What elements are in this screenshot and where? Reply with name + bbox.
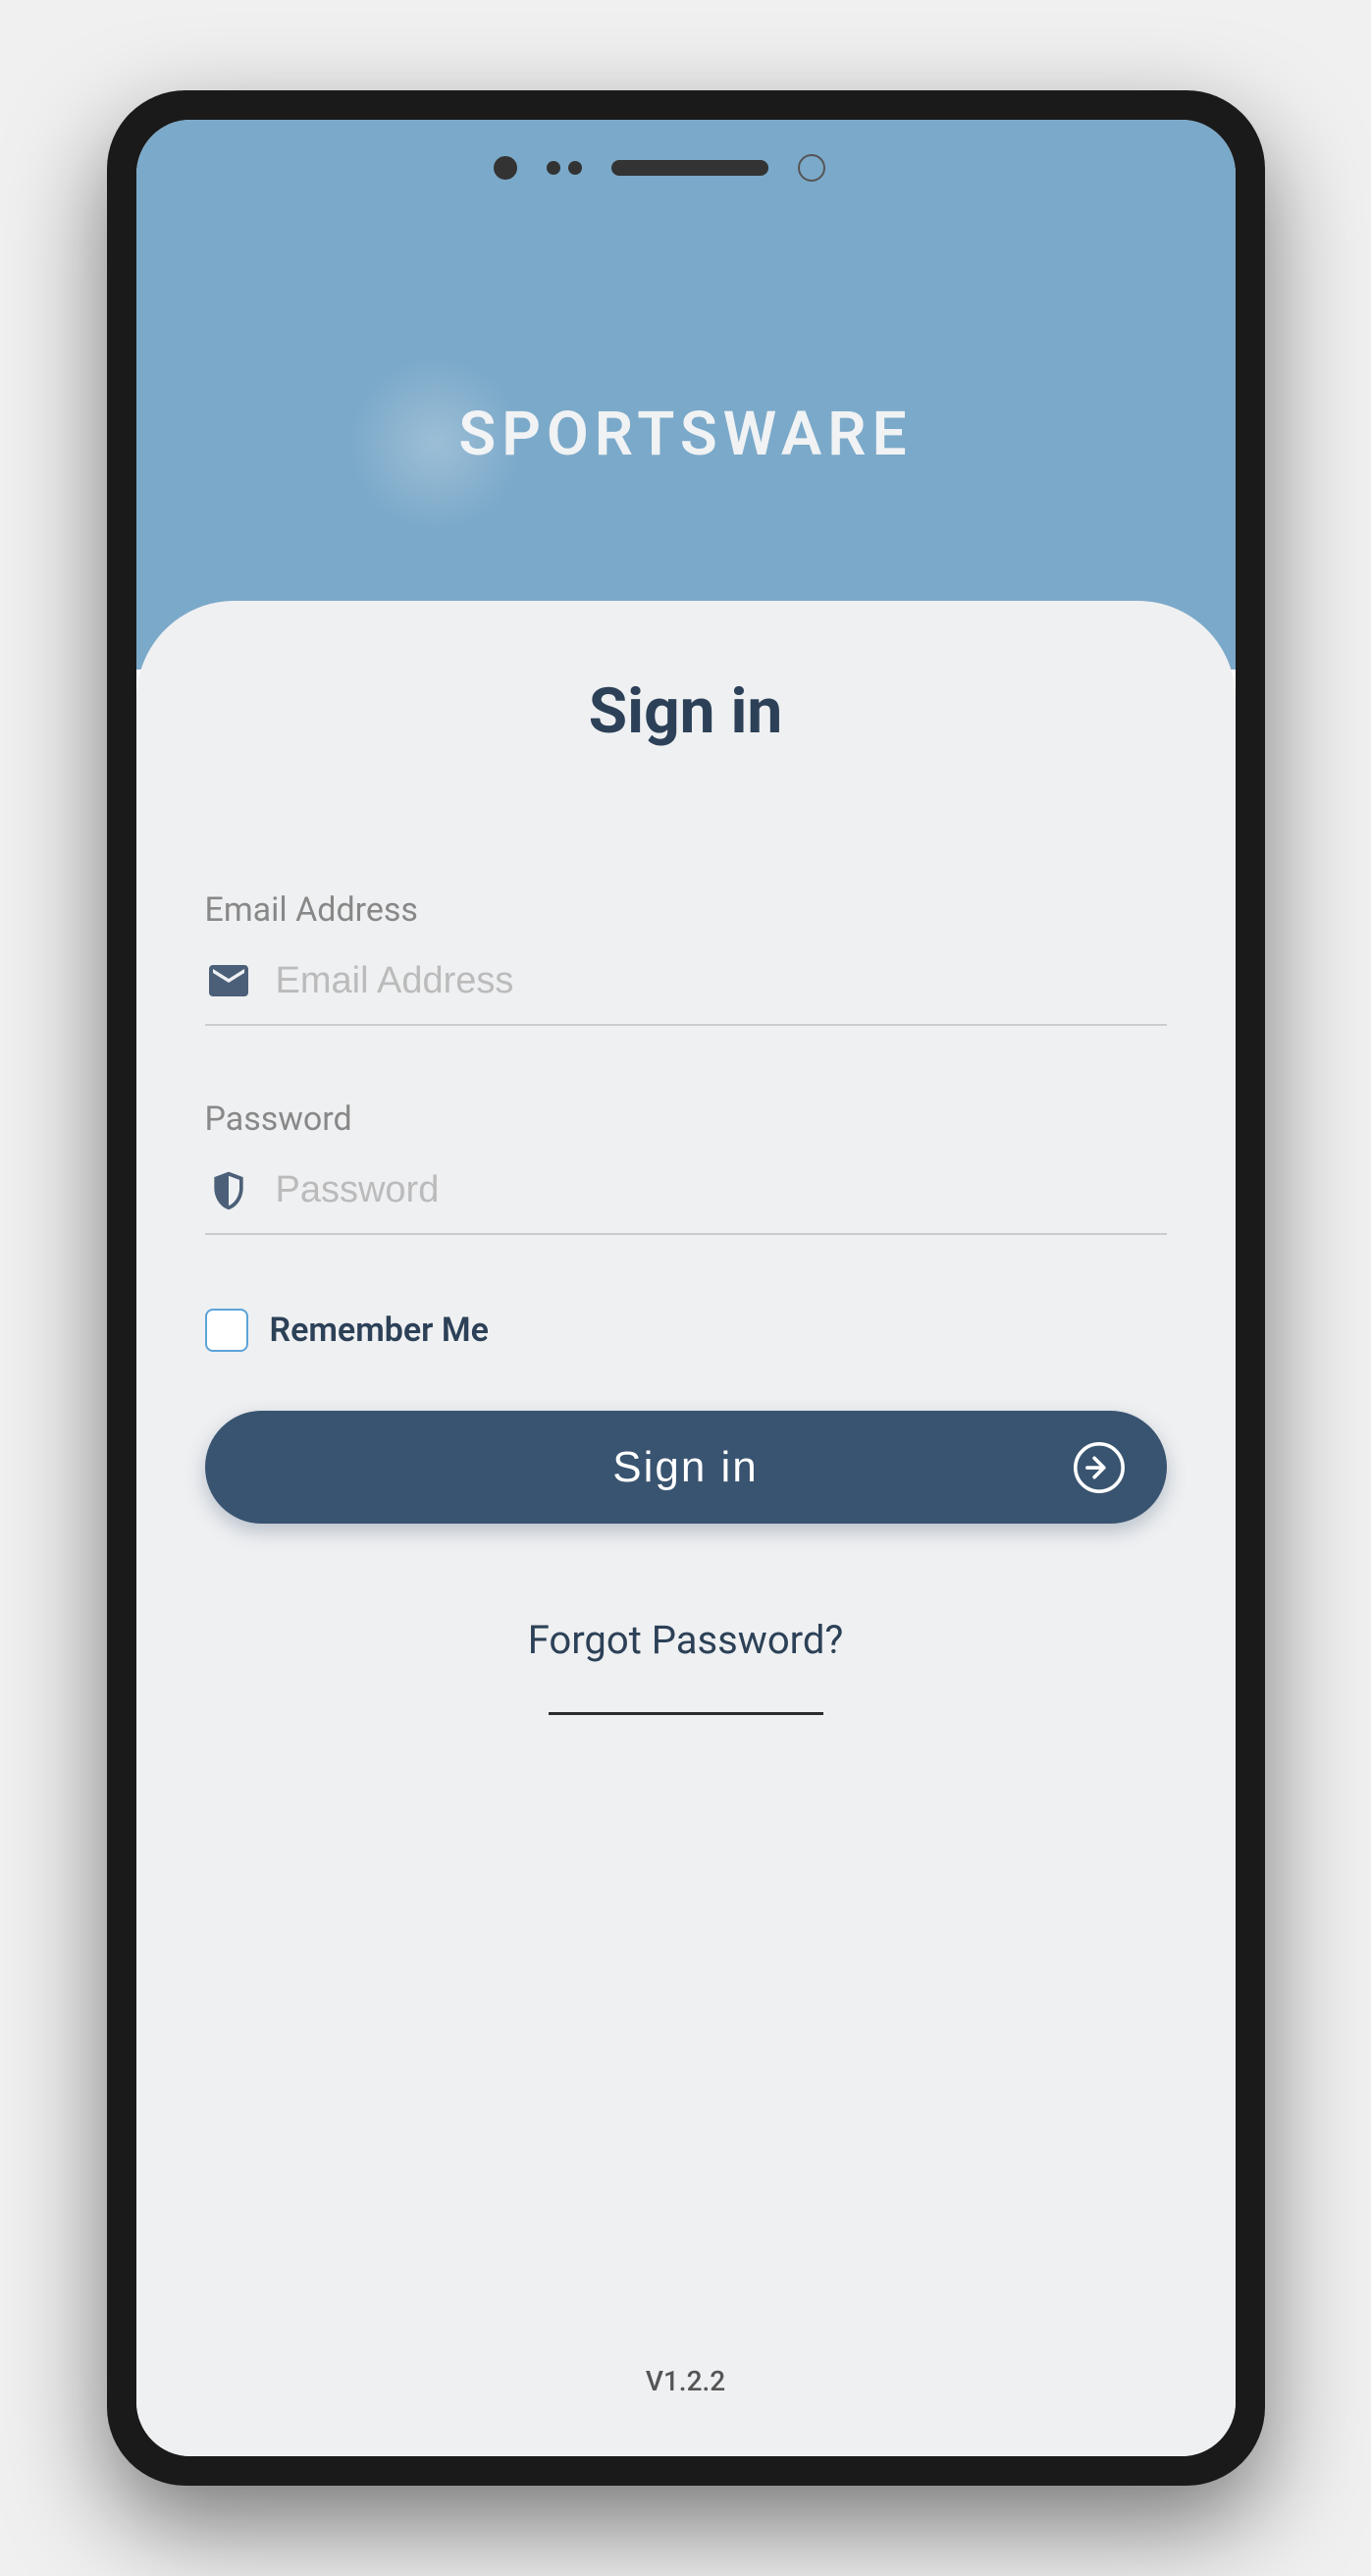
app-logo-text: SPORTSWARE	[458, 399, 912, 470]
password-label: Password	[205, 1100, 1167, 1139]
email-field-group: Email Address	[205, 890, 1167, 1026]
sensor-dot-icon	[547, 161, 560, 175]
email-label: Email Address	[205, 890, 1167, 930]
phone-hardware-bar	[136, 154, 1236, 182]
shield-icon	[205, 1166, 252, 1213]
phone-screen: SPORTSWARE Sign in Email Address Passwor…	[136, 120, 1236, 2456]
email-icon	[205, 957, 252, 1004]
version-label: V1.2.2	[205, 2365, 1167, 2417]
front-camera-icon	[798, 154, 825, 182]
signin-title: Sign in	[205, 674, 1167, 748]
remember-checkbox[interactable]	[205, 1309, 248, 1352]
header-glow-decoration	[347, 355, 524, 532]
signin-card: Sign in Email Address Password	[136, 601, 1236, 2456]
forgot-password-link[interactable]: Forgot Password?	[205, 1617, 1167, 1663]
sensor-dot-icon	[568, 161, 582, 175]
password-field-group: Password	[205, 1100, 1167, 1235]
signin-button-label: Sign in	[612, 1443, 759, 1492]
password-input[interactable]	[276, 1169, 1167, 1211]
password-input-row	[205, 1166, 1167, 1235]
arrow-right-circle-icon	[1071, 1439, 1128, 1496]
email-input-row	[205, 957, 1167, 1026]
phone-frame: SPORTSWARE Sign in Email Address Passwor…	[107, 90, 1265, 2486]
sensor-group	[547, 161, 582, 175]
email-input[interactable]	[276, 960, 1167, 1002]
camera-dot-icon	[494, 156, 517, 180]
remember-label: Remember Me	[270, 1311, 489, 1350]
remember-row: Remember Me	[205, 1309, 1167, 1352]
speaker-grille-icon	[611, 160, 768, 176]
app-header: SPORTSWARE	[136, 120, 1236, 670]
spacer	[205, 1715, 1167, 2365]
signin-button[interactable]: Sign in	[205, 1411, 1167, 1524]
